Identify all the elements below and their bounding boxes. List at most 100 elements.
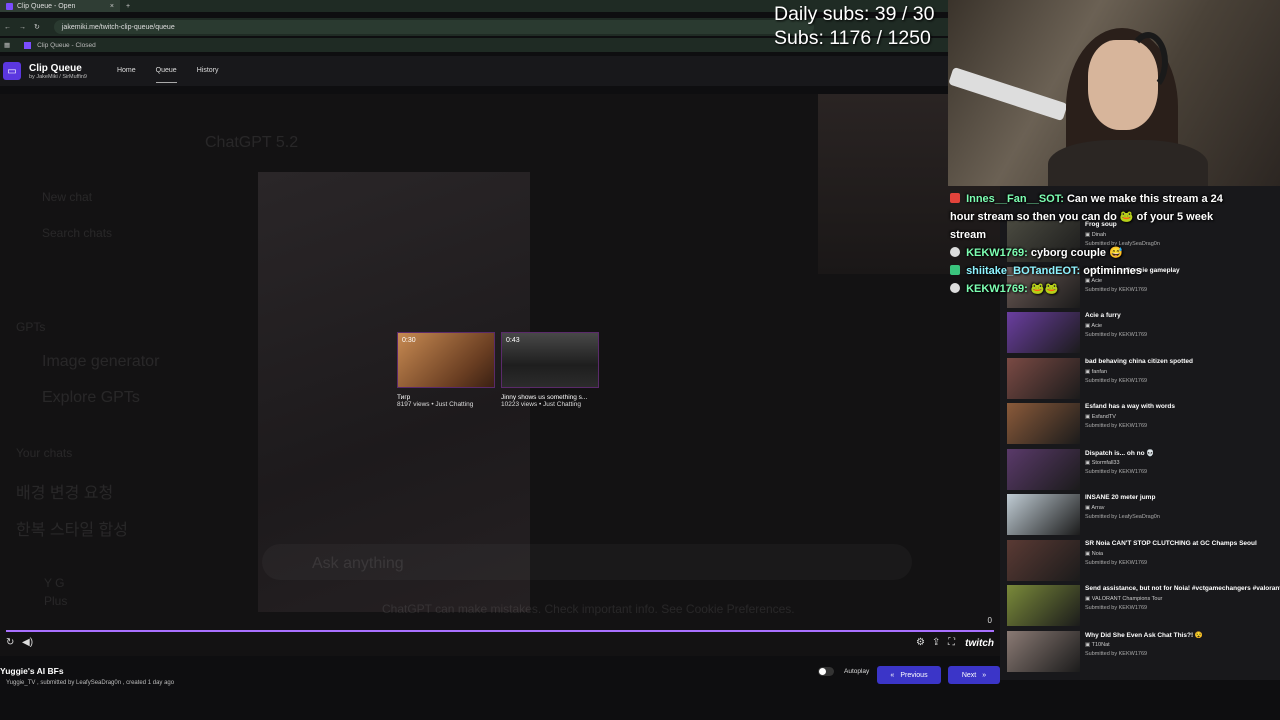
headset [1128,32,1168,92]
queue-item[interactable]: SR Noia CAN'T STOP CLUTCHING at GC Champ… [1007,539,1277,582]
ghost-input: Ask anything [312,555,404,572]
forward-icon[interactable]: → [19,24,26,31]
chat-text: cyborg couple 😅 [1030,247,1123,259]
progress-bar[interactable] [6,630,994,632]
tab-favicon-icon [6,2,13,10]
chat-text: 🐸🐸 [1030,283,1059,295]
queue-item-submitter: Submitted by LeafySeaDrag0n [1085,514,1160,520]
queue-item-title: SR Noia CAN'T STOP CLUTCHING at GC Champ… [1085,539,1257,547]
suggested-clip[interactable]: 0:30 Тигр 8197 views • Just Chatting [397,332,497,408]
queue-item[interactable]: Dispatch is... oh no 💀 ▣ Stormfall33 Submi… [1007,448,1277,491]
queue-item-thumbnail[interactable] [1007,585,1080,626]
webcam-feed [948,0,1280,186]
chat-username: shiitake_BOTandEOT: [966,265,1081,277]
autoplay-control: Autoplay [818,667,869,676]
nav-history[interactable]: History [197,59,219,83]
queue-item-channel: ▣ Stormfall33 [1085,460,1120,466]
microphone-arm [948,66,1068,122]
suggested-clip[interactable]: 0:43 Jinny shows us something s... 10223… [501,332,601,408]
queue-item[interactable]: Why Did She Even Ask Chat This?! 😵 ▣ T10N… [1007,630,1277,673]
next-button[interactable]: Next » [948,666,1000,684]
reload-icon[interactable]: ↻ [34,23,40,31]
queue-item-title: Esfand has a way with words [1085,403,1175,410]
autoplay-label: Autoplay [844,668,870,675]
queue-item[interactable]: Esfand has a way with words ▣ EsfandTV Sub… [1007,403,1277,445]
suggested-clip-title[interactable]: Тигр [397,394,497,401]
next-label: Next [961,671,977,679]
share-icon[interactable]: ⇪ [932,637,940,648]
suggested-clip-thumbnail[interactable]: 0:43 [501,332,599,388]
volume-icon[interactable]: ◀) [22,637,33,648]
queue-item-submitter: Submitted by KEKW1769 [1085,559,1148,566]
tv-icon[interactable]: ▭ [3,62,21,80]
ghost-model: ChatGPT 5.2 [205,134,299,151]
queue-item[interactable]: Acie a furry ▣ Acie Submitted by KEKW1769 [1007,312,1277,354]
previous-button[interactable]: « Previous [877,666,941,684]
progress-fill [6,630,994,632]
ghost-plan: Plus [44,594,68,608]
queue-item-title: Dispatch is... oh no 💀 [1085,449,1155,457]
ghost-chat-1: 배경 변경 요청 [16,485,114,502]
queue-item-thumbnail[interactable] [1007,312,1080,353]
channel-icon: ▣ [1085,459,1092,466]
ghost-gpts: GPTs [16,320,46,334]
queue-item[interactable]: bad behaving china citizen spotted ▣ fanf… [1007,357,1277,400]
queue-item-submitter: Submitted by KEKW1769 [1085,423,1148,429]
queue-item-title: Send assistance, but not for Noia! #vctg… [1085,585,1280,592]
chat-username: Innes__Fan__SOT: [966,193,1064,205]
queue-item-channel: ▣ fanfan [1085,369,1107,375]
clip-player[interactable]: ChatGPT 5.2 New chat Search chats GPTs I… [0,94,1000,656]
queue-item-thumbnail[interactable] [1007,494,1080,535]
sub-counter: Daily subs: 39 / 30 Subs: 1176 / 1250 [774,2,934,50]
queue-item-thumbnail[interactable] [1007,630,1080,672]
bookmark-item[interactable]: Clip Queue - Closed [37,42,96,49]
tab-close-icon[interactable]: × [110,3,114,10]
queue-item-thumbnail[interactable] [1007,448,1080,490]
queue-item-thumbnail[interactable] [1007,357,1080,399]
apps-icon[interactable]: ▦ [4,41,10,49]
address-text: jakemiki.me/twitch-clip-queue/queue [61,23,175,31]
twitch-logo[interactable]: twitch [965,638,994,649]
tab-title: Clip Queue - Open [17,2,76,10]
clip-meta: Yuggie_TV , submitted by LeafySeaDrag0n … [6,680,175,686]
queue-item-thumbnail[interactable] [1007,403,1080,444]
address-bar[interactable]: jakemiki.me/twitch-clip-queue/queue [53,20,814,34]
queue-item-channel: ▣ T10Nat [1085,642,1110,648]
suggested-clip-thumbnail[interactable]: 0:30 [397,332,495,388]
queue-item-title: bad behaving china citizen spotted [1085,357,1193,365]
gear-icon[interactable]: ⚙ [916,637,925,648]
bookmark-favicon-icon [24,41,32,49]
queue-item-channel: ▣ VALORANT Champions Tour [1085,596,1162,602]
clip-title: Yuggie's AI BFs [0,666,64,676]
back-icon[interactable]: ← [4,24,11,31]
suggested-clip-title[interactable]: Jinny shows us something s... [501,394,601,401]
nav-home[interactable]: Home [117,59,136,83]
queue-item-channel-name: Arrav [1091,505,1105,511]
queue-item[interactable]: Send assistance, but not for Noia! #vctg… [1007,585,1280,627]
daily-subs: Daily subs: 39 / 30 [774,3,935,25]
ghost-explore: Explore GPTs [42,389,140,406]
autoplay-toggle[interactable] [818,667,834,676]
channel-icon: ▣ [1085,641,1092,648]
app-title: Clip Queue [29,62,82,74]
channel-icon: ▣ [1085,414,1092,420]
chat-username: KEKW1769: [966,283,1028,295]
queue-item-submitter: Submitted by KEKW1769 [1085,605,1148,611]
suggested-clip-meta: 10223 views • Just Chatting [501,401,581,408]
ghost-your-chats: Your chats [16,446,73,460]
ghost-disclaimer: ChatGPT can make mistakes. Check importa… [382,602,795,616]
ghost-search: Search chats [42,226,113,240]
streamer-body [1048,140,1208,186]
new-tab-button[interactable]: + [120,3,136,10]
channel-icon: ▣ [1085,368,1092,375]
queue-item-thumbnail[interactable] [1007,539,1080,581]
replay-icon[interactable]: ↻ [6,637,14,648]
queue-item[interactable]: INSANE 20 meter jump ▣ Arrav Submitted by … [1007,494,1277,536]
fullscreen-icon[interactable]: ⛶ [948,637,955,648]
nav-queue[interactable]: Queue [155,59,177,83]
ghost-new-chat: New chat [42,190,93,204]
ghost-user: Y G [44,576,65,590]
double-chevron-right-icon: » [982,671,987,679]
browser-tab[interactable]: Clip Queue - Open × [0,0,120,12]
queue-item-channel-name: Stormfall33 [1091,459,1120,466]
